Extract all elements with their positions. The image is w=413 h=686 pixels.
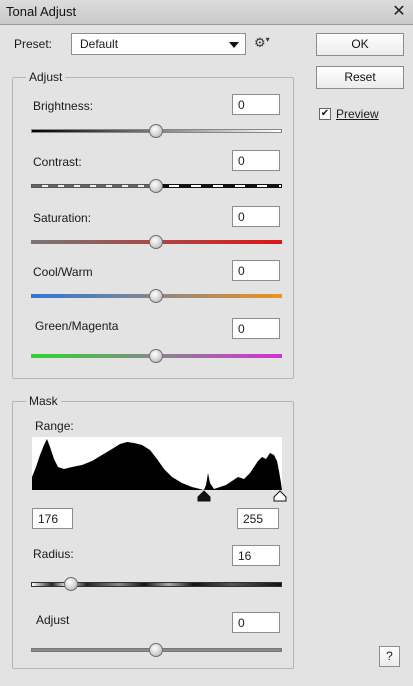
mask-group-title: Mask [26, 394, 61, 408]
cool-warm-label: Cool/Warm [33, 265, 93, 279]
green-magenta-field[interactable]: 0 [232, 318, 280, 339]
preset-value: Default [80, 37, 119, 51]
radius-label: Radius: [33, 547, 74, 561]
contrast-field[interactable]: 0 [232, 150, 280, 171]
chevron-down-icon [229, 42, 239, 48]
range-histogram[interactable] [32, 437, 282, 490]
range-high-field[interactable]: 255 [237, 508, 279, 529]
radius-slider-thumb[interactable] [64, 577, 78, 591]
contrast-slider-thumb[interactable] [149, 179, 163, 193]
cool-warm-field[interactable]: 0 [232, 260, 280, 281]
preview-label: Preview [336, 107, 379, 121]
preview-label-text: Preview [336, 107, 379, 121]
brightness-slider-thumb[interactable] [149, 124, 163, 138]
range-low-handle[interactable] [197, 490, 211, 502]
preset-select[interactable]: Default [71, 33, 246, 55]
mask-adjust-slider-thumb[interactable] [149, 643, 163, 657]
green-magenta-slider-thumb[interactable] [149, 349, 163, 363]
adjust-group-title: Adjust [26, 70, 66, 84]
help-button[interactable]: ? [379, 646, 400, 667]
contrast-label: Contrast: [33, 155, 82, 169]
saturation-label: Saturation: [33, 211, 92, 225]
preset-label: Preset: [14, 37, 53, 51]
cool-warm-slider-thumb[interactable] [149, 289, 163, 303]
preview-checkbox[interactable]: ✔ [319, 108, 331, 120]
range-high-handle[interactable] [273, 490, 287, 502]
saturation-slider-thumb[interactable] [149, 235, 163, 249]
green-magenta-label: Green/Magenta [35, 319, 119, 333]
ok-button[interactable]: OK [316, 33, 404, 56]
brightness-field[interactable]: 0 [232, 94, 280, 115]
title-bar: Tonal Adjust ✕ [0, 0, 413, 25]
radius-field[interactable]: 16 [232, 545, 280, 566]
window-title: Tonal Adjust [6, 4, 77, 19]
mask-adjust-field[interactable]: 0 [232, 612, 280, 633]
brightness-label: Brightness: [33, 99, 94, 113]
range-label: Range: [35, 419, 74, 433]
range-low-field[interactable]: 176 [32, 508, 73, 529]
gear-icon[interactable]: ⚙▾ [254, 35, 270, 51]
contrast-slider-track-right [156, 184, 282, 188]
close-icon[interactable]: ✕ [389, 2, 409, 22]
reset-button[interactable]: Reset [316, 66, 404, 89]
saturation-field[interactable]: 0 [232, 206, 280, 227]
mask-adjust-label: Adjust [36, 613, 70, 627]
